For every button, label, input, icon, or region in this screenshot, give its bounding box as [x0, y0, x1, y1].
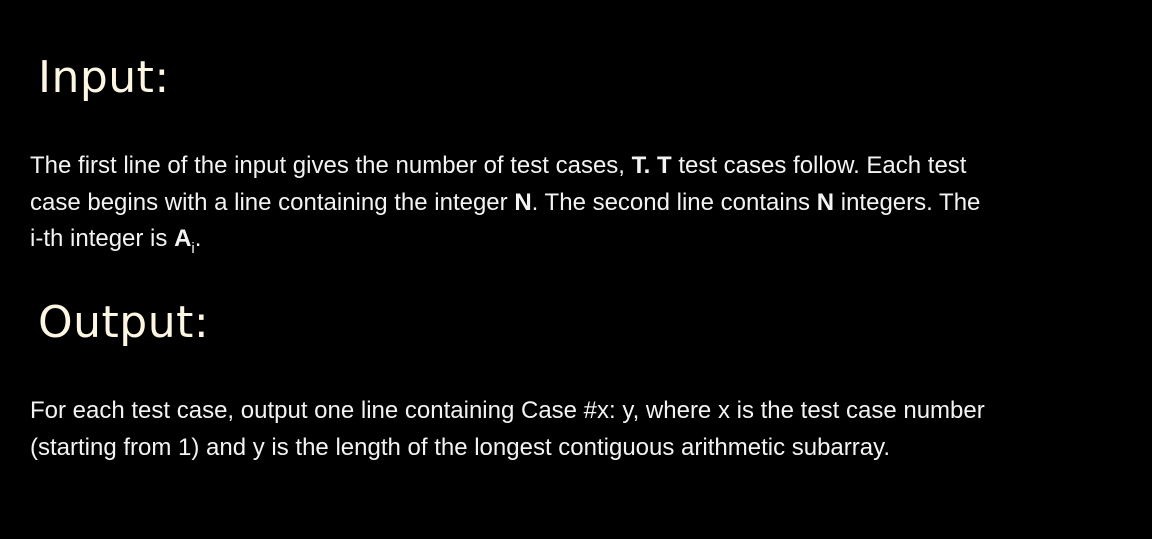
input-description-line-1: The first line of the input gives the nu… — [30, 148, 1115, 185]
variable-t: T — [631, 152, 644, 179]
input-heading: Input: — [38, 52, 170, 103]
input-line-2-text-end: integers. The — [834, 188, 981, 216]
period: . — [194, 225, 202, 252]
input-line-2-text-mid: . The second line contains — [531, 188, 817, 216]
output-description: For each test case, output one line cont… — [30, 393, 1115, 466]
output-description-line-2: (starting from 1) and y is the length of… — [30, 433, 890, 461]
variable-a: A — [174, 225, 192, 252]
input-description: The first line of the input gives the nu… — [30, 148, 1115, 258]
variable-n: N — [816, 188, 835, 216]
variable-t: T — [656, 152, 672, 179]
input-description-line-2: case begins with a line containing the i… — [30, 185, 1115, 222]
input-description-line-3: i-th integer is Ai. — [30, 221, 1115, 258]
output-heading: Output: — [38, 297, 210, 348]
input-line-2-text: case begins with a line containing the i… — [30, 188, 515, 216]
output-description-line-1: For each test case, output one line cont… — [30, 397, 985, 424]
period: . — [643, 152, 657, 179]
input-line-3-text: i-th integer is — [30, 225, 175, 252]
input-line-1-text: The first line of the input gives the nu… — [30, 152, 632, 179]
variable-n: N — [514, 188, 532, 216]
input-line-1-text-end: test cases follow. Each test — [671, 152, 967, 179]
